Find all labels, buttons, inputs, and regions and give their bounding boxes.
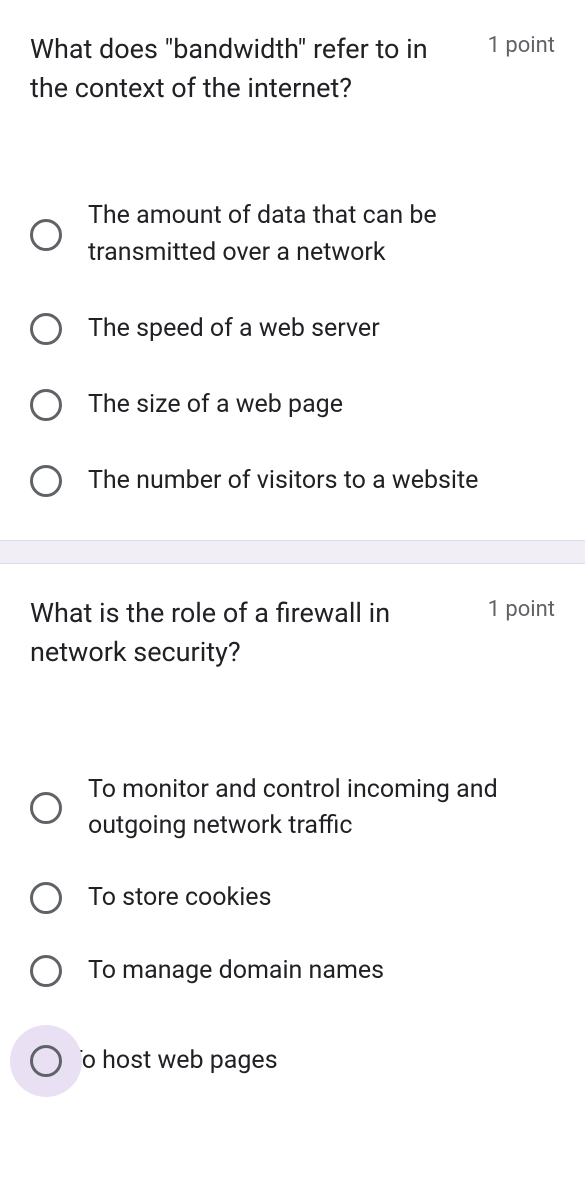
- radio-ripple: [10, 1025, 82, 1097]
- question-card-1: What does "bandwidth" refer to in the co…: [0, 0, 585, 540]
- option-2-2[interactable]: To store cookies: [30, 880, 555, 916]
- option-2-4[interactable]: To host web pages: [30, 1025, 555, 1097]
- option-label: The number of visitors to a website: [88, 463, 478, 499]
- option-1-3[interactable]: The size of a web page: [30, 387, 555, 423]
- options-group-2: To monitor and control incoming and outg…: [30, 772, 555, 1097]
- option-label: To manage domain names: [88, 953, 384, 989]
- radio-icon: [30, 219, 62, 251]
- question-points: 1 point: [488, 30, 555, 58]
- radio-icon: [30, 792, 62, 824]
- question-text: What is the role of a firewall in networ…: [30, 594, 468, 672]
- question-text: What does "bandwidth" refer to in the co…: [30, 30, 468, 108]
- radio-icon: [30, 882, 62, 914]
- question-points: 1 point: [488, 594, 555, 622]
- option-2-1[interactable]: To monitor and control incoming and outg…: [30, 772, 555, 845]
- option-label: The speed of a web server: [88, 311, 380, 347]
- option-2-3[interactable]: To manage domain names: [30, 953, 555, 989]
- option-label: The size of a web page: [88, 387, 343, 423]
- option-label: To monitor and control incoming and outg…: [88, 772, 555, 845]
- option-label: To store cookies: [88, 880, 271, 916]
- option-label: To host web pages: [68, 1043, 278, 1079]
- radio-icon: [30, 389, 62, 421]
- option-label: The amount of data that can be transmitt…: [88, 198, 555, 271]
- radio-icon: [30, 1045, 62, 1077]
- options-group-1: The amount of data that can be transmitt…: [30, 198, 555, 499]
- question-card-2: What is the role of a firewall in networ…: [0, 564, 585, 1107]
- radio-icon: [30, 313, 62, 345]
- question-header: What does "bandwidth" refer to in the co…: [30, 30, 555, 108]
- question-header: What is the role of a firewall in networ…: [30, 594, 555, 672]
- option-1-1[interactable]: The amount of data that can be transmitt…: [30, 198, 555, 271]
- card-divider: [0, 540, 585, 564]
- radio-icon: [30, 955, 62, 987]
- radio-icon: [30, 465, 62, 497]
- option-1-4[interactable]: The number of visitors to a website: [30, 463, 555, 499]
- option-1-2[interactable]: The speed of a web server: [30, 311, 555, 347]
